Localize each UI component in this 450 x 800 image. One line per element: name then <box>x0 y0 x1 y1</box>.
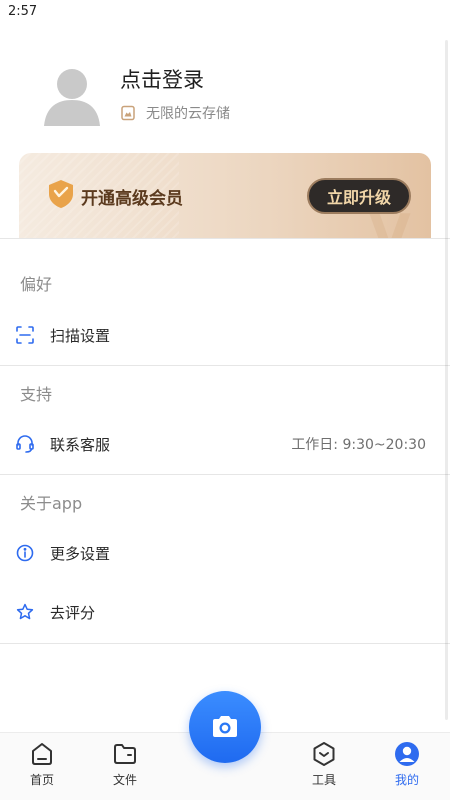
camera-icon <box>213 716 237 737</box>
service-hours: 工作日: 9:30~20:30 <box>291 437 426 453</box>
section-title-preferences: 偏好 <box>20 275 53 294</box>
info-circle-icon <box>16 544 34 562</box>
folder-icon <box>114 744 136 764</box>
status-bar: 2:57 <box>0 0 450 24</box>
cloud-drive-icon <box>120 105 136 121</box>
user-profile-icon <box>395 742 419 766</box>
section-title-support: 支持 <box>20 385 53 404</box>
storage-text: 无限的云存储 <box>146 106 230 122</box>
settings-sheet: 偏好 扫描设置 支持 联系客服 工作日: 9:30~20:30 关于app 更多… <box>0 238 450 732</box>
tab-home[interactable]: 首页 <box>12 741 72 797</box>
crown-shield-icon <box>47 179 75 209</box>
menu-item-rate[interactable]: 去评分 <box>0 584 450 640</box>
tab-label-tools: 工具 <box>311 773 336 787</box>
scrollbar[interactable] <box>445 40 448 720</box>
divider <box>0 643 450 644</box>
tab-tools[interactable]: 工具 <box>294 741 354 797</box>
upgrade-button[interactable]: 立即升级 <box>307 178 411 214</box>
tab-label-home: 首页 <box>29 773 54 787</box>
vip-banner[interactable]: V 开通高级会员 立即升级 <box>19 153 431 243</box>
vip-title: 开通高级会员 <box>81 189 183 209</box>
tools-cube-icon <box>313 742 335 766</box>
login-link[interactable]: 点击登录 <box>120 64 204 94</box>
divider <box>0 474 450 475</box>
divider <box>0 365 450 366</box>
camera-scan-button[interactable] <box>189 691 261 763</box>
menu-item-more-settings[interactable]: 更多设置 <box>0 525 450 581</box>
tab-mine[interactable]: 我的 <box>377 741 437 797</box>
status-time: 2:57 <box>8 4 38 19</box>
menu-label-rate: 去评分 <box>50 603 96 622</box>
home-icon <box>32 743 52 765</box>
star-outline-icon <box>16 603 34 621</box>
menu-label-more-settings: 更多设置 <box>50 544 111 563</box>
tab-label-mine: 我的 <box>394 773 419 787</box>
menu-item-contact-service[interactable]: 联系客服 工作日: 9:30~20:30 <box>0 416 450 472</box>
default-avatar-icon[interactable] <box>40 62 104 126</box>
scan-frame-icon <box>16 326 34 344</box>
tab-files[interactable]: 文件 <box>95 741 155 797</box>
profile-header: 点击登录 无限的云存储 <box>0 24 450 154</box>
menu-label-scan-settings: 扫描设置 <box>50 326 111 345</box>
storage-info: 无限的云存储 <box>120 102 230 124</box>
menu-label-contact-service: 联系客服 <box>50 435 111 454</box>
menu-item-scan-settings[interactable]: 扫描设置 <box>0 307 450 363</box>
headset-icon <box>16 435 34 453</box>
tab-label-files: 文件 <box>112 773 137 787</box>
section-title-about: 关于app <box>20 494 83 513</box>
